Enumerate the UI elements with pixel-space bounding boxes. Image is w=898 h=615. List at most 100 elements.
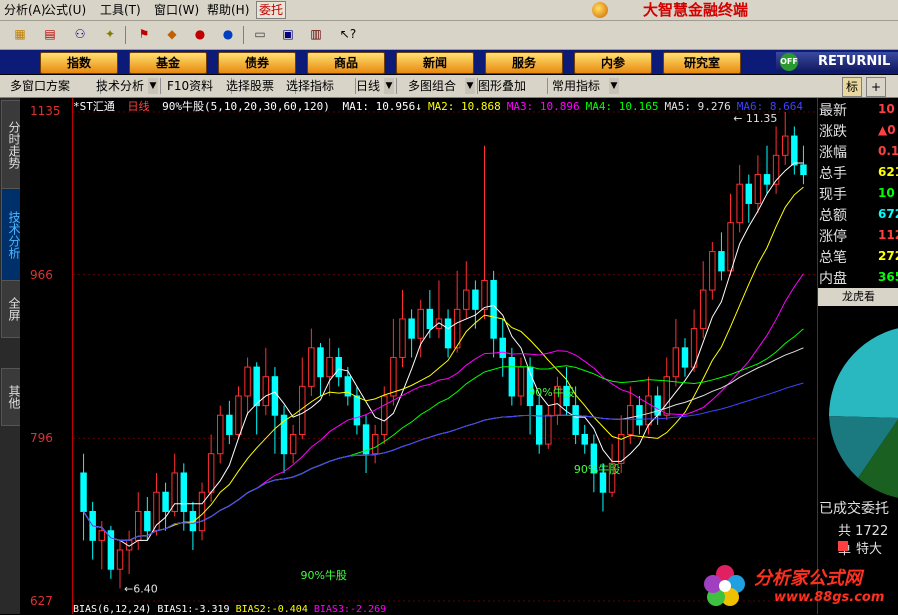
candle-body <box>317 347 324 378</box>
candle-body <box>727 222 734 272</box>
candle-body <box>207 453 215 493</box>
menu-item[interactable]: 帮助(H) <box>207 2 249 18</box>
nav-button[interactable]: 内参 <box>574 52 652 74</box>
kline-chart[interactable]: *ST汇通 日线 90%牛股(5,10,20,30,60,120) MA1: 1… <box>73 98 816 615</box>
dropdown-arrow-icon[interactable]: ▼ <box>384 78 394 94</box>
off-badge: OFF <box>780 53 798 71</box>
function-tab[interactable]: F10资料 <box>167 77 213 95</box>
function-tab[interactable]: 技术分析 <box>96 77 144 95</box>
candle-body <box>499 337 506 358</box>
nav-button[interactable]: 债券 <box>218 52 296 74</box>
candle-body <box>736 183 743 224</box>
candle-body <box>171 472 178 512</box>
menu-item[interactable]: 工具(T) <box>100 2 141 18</box>
candle-body <box>326 356 333 378</box>
signal-icon[interactable]: ✦ <box>100 25 120 43</box>
legend-swatch <box>838 541 848 551</box>
pie-slice-cyan <box>828 328 898 418</box>
quote-value: 272 <box>878 249 898 263</box>
menu-item[interactable]: 公式(U) <box>44 2 86 18</box>
nav-button[interactable]: 商品 <box>307 52 385 74</box>
tick-label: 966 <box>30 268 53 282</box>
quote-value: 621 <box>878 165 898 179</box>
binoculars-icon[interactable]: ⚇ <box>70 25 90 43</box>
menu-entrust[interactable]: 委托 <box>256 1 287 19</box>
mark-button[interactable]: 标 <box>842 77 862 97</box>
candle-body <box>162 491 169 512</box>
function-tab[interactable]: 常用指标 <box>552 77 600 95</box>
candle-body <box>289 433 297 455</box>
menu-item[interactable]: 窗口(W) <box>154 2 199 18</box>
bias2-value: -0.404 <box>271 604 308 615</box>
dropdown-arrow-icon[interactable]: ▼ <box>148 78 158 94</box>
quote-value: 0.19 <box>878 144 898 158</box>
candle-body <box>781 135 789 156</box>
menu-bar: 分析(A) 公式(U) 工具(T) 窗口(W) 帮助(H) 委托 大智慧金融终端 <box>0 0 898 21</box>
candle-body <box>235 395 242 435</box>
quote-label: 总笔 <box>819 250 847 266</box>
candle-body <box>663 376 670 416</box>
tick-label: 627 <box>30 594 53 608</box>
left-vertical-tabs: 分时走势 技术分析 全屏 其他 <box>0 98 21 614</box>
signal-label: 90%牛股 <box>528 385 574 399</box>
bias3-value: -2.269 <box>350 604 387 615</box>
candle-body <box>745 183 753 204</box>
plus-button[interactable]: + <box>866 77 886 97</box>
candle-body <box>627 405 634 435</box>
candle-body <box>371 433 379 455</box>
circle-blue-icon[interactable]: ● <box>218 25 238 43</box>
return-button[interactable]: OFF RETURNIL <box>776 52 898 72</box>
circle-red-icon[interactable]: ● <box>190 25 210 43</box>
flag-icon[interactable]: ⚑ <box>134 25 154 43</box>
quote-icon[interactable]: ▦ <box>10 25 30 43</box>
tab-other[interactable]: 其他 <box>1 368 21 426</box>
function-tab[interactable]: 图形叠加 <box>478 77 526 95</box>
candle-body <box>308 347 315 387</box>
candle-body <box>390 356 397 397</box>
help-cursor-icon[interactable]: ↖? <box>338 25 358 43</box>
quote-label: 涨停 <box>819 229 847 245</box>
nav-button[interactable]: 指数 <box>40 52 118 74</box>
candle-body <box>116 549 124 570</box>
candle-body <box>417 308 424 339</box>
diamond-icon[interactable]: ◆ <box>162 25 182 43</box>
candle-body <box>672 347 680 378</box>
candle-body <box>180 472 188 512</box>
flower-logo-icon <box>704 565 745 606</box>
candle-body <box>217 414 224 455</box>
candle-body <box>144 510 151 532</box>
tab-technical-analysis[interactable]: 技术分析 <box>1 188 21 282</box>
tick-label: 796 <box>30 431 53 445</box>
function-tab[interactable]: 选择股票 <box>226 77 274 95</box>
function-tab[interactable]: 选择指标 <box>286 77 334 95</box>
candle-body <box>463 289 470 310</box>
print-icon[interactable]: ▭ <box>250 25 270 43</box>
function-tab[interactable]: 多窗口方案 <box>10 77 70 95</box>
candle-body <box>226 414 233 435</box>
quote-value: 365 <box>878 270 898 284</box>
candle-body <box>198 491 206 532</box>
quote-label: 总手 <box>819 166 847 182</box>
nav-button[interactable]: 服务 <box>485 52 563 74</box>
function-tab[interactable]: 多图组合 <box>408 77 456 95</box>
function-tab[interactable]: 日线 <box>356 77 380 95</box>
nav-button[interactable]: 研究室 <box>663 52 741 74</box>
candle-body <box>335 356 342 378</box>
dropdown-arrow-icon[interactable]: ▼ <box>465 78 475 94</box>
nav-button[interactable]: 基金 <box>129 52 207 74</box>
candle-body <box>426 308 434 330</box>
tab-fullscreen[interactable]: 全屏 <box>1 280 21 338</box>
nav-button[interactable]: 新闻 <box>396 52 474 74</box>
price-axis: 1135 966 796 627 <box>20 98 73 614</box>
dropdown-arrow-icon[interactable]: ▼ <box>609 78 619 94</box>
watermark-title: 分析家公式网 <box>754 568 862 589</box>
tab-intraday[interactable]: 分时走势 <box>1 100 21 190</box>
menu-item[interactable]: 分析(A) <box>4 2 46 18</box>
books-icon[interactable]: ▥ <box>306 25 326 43</box>
dragon-tiger-header[interactable]: 龙虎看 <box>818 288 898 306</box>
window-icon[interactable]: ▣ <box>278 25 298 43</box>
bias-indicator-bar: BIAS(6,12,24) BIAS1:-3.319 BIAS2:-0.404 … <box>73 604 386 615</box>
chart-icon[interactable]: ▤ <box>40 25 60 43</box>
candle-body <box>545 414 552 445</box>
candle-body <box>262 376 270 407</box>
